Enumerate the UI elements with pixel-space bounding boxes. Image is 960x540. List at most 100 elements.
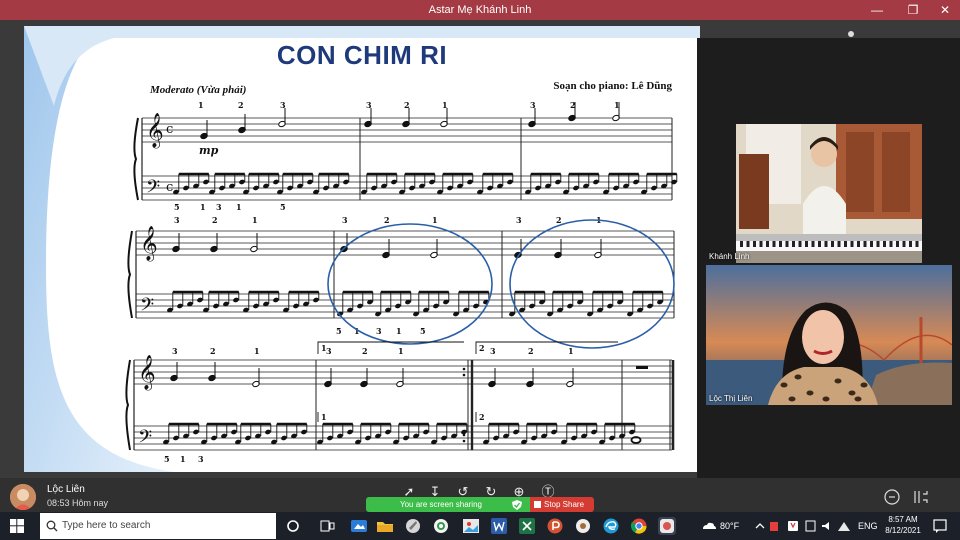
clock-date: 8/12/2021 bbox=[885, 526, 921, 535]
screen-sharing-status: You are screen sharing bbox=[366, 497, 530, 512]
panel-top-icons bbox=[848, 31, 854, 37]
piano-black-key bbox=[850, 241, 854, 247]
bass-fingering: 5 bbox=[280, 202, 286, 212]
powerpoint-icon[interactable] bbox=[546, 517, 564, 535]
photo-app-icon[interactable] bbox=[462, 517, 480, 535]
shield-check-icon bbox=[512, 500, 522, 510]
piano-black-key bbox=[876, 241, 880, 247]
coccoc-browser-icon[interactable] bbox=[432, 517, 450, 535]
piano-black-key bbox=[902, 241, 906, 247]
piano-black-key bbox=[915, 241, 919, 247]
leopard-spot bbox=[788, 396, 796, 402]
volta-number: 1 bbox=[321, 412, 327, 422]
minimize-share-icon bbox=[884, 489, 900, 505]
leopard-spot bbox=[822, 396, 830, 402]
task-view-icon[interactable] bbox=[318, 517, 336, 535]
language-indicator[interactable]: ENG bbox=[858, 521, 878, 531]
piano-black-key bbox=[909, 241, 912, 247]
minimize-button[interactable]: — bbox=[866, 2, 888, 18]
stop-icon bbox=[534, 501, 541, 508]
fingering-number: 3 bbox=[342, 215, 348, 225]
annotation-circle bbox=[509, 219, 675, 349]
bass-clef: 𝄢 bbox=[138, 427, 152, 452]
whole-note bbox=[630, 436, 642, 444]
bass-fingering: 3 bbox=[376, 326, 382, 336]
fingering-number: 1 bbox=[442, 100, 448, 110]
fingering-number: 1 bbox=[568, 346, 574, 356]
video-tile-loc-thi-lien[interactable]: Lộc Thị Liên bbox=[706, 265, 952, 405]
window-title: Astar Mẹ Khánh Linh bbox=[428, 4, 532, 16]
leopard-spot bbox=[848, 390, 856, 396]
restore-button[interactable]: ❐ bbox=[902, 2, 924, 18]
piano-black-key bbox=[805, 241, 808, 247]
video-feed-teacher bbox=[706, 265, 952, 405]
bass-fingering: 3 bbox=[198, 454, 204, 464]
piano-black-key bbox=[753, 241, 756, 247]
piano-black-key bbox=[896, 241, 899, 247]
fingering-number: 2 bbox=[556, 215, 562, 225]
treble-clef: 𝄞 bbox=[138, 355, 156, 391]
time-signature: c bbox=[166, 180, 173, 195]
fingering-number: 3 bbox=[530, 100, 536, 110]
fingering-number: 2 bbox=[570, 100, 576, 110]
piano-black-key bbox=[870, 241, 873, 247]
windows-start-icon[interactable] bbox=[10, 519, 24, 533]
screen-sharing-text: You are screen sharing bbox=[400, 500, 482, 509]
piano-black-key bbox=[883, 241, 886, 247]
system-tray-icons[interactable] bbox=[752, 517, 852, 535]
piano-black-key bbox=[857, 241, 860, 247]
repeat-dot bbox=[462, 439, 466, 443]
network-icon bbox=[838, 522, 850, 531]
volta-number: 2 bbox=[479, 412, 485, 422]
weather-temperature[interactable]: 80°F bbox=[720, 521, 739, 531]
zoom-app-icon[interactable] bbox=[658, 517, 676, 535]
repeat-dot bbox=[462, 367, 466, 371]
fingering-number: 2 bbox=[528, 346, 534, 356]
annotation-circle bbox=[327, 223, 493, 345]
media-app-icon[interactable] bbox=[350, 517, 368, 535]
treble-clef: 𝄞 bbox=[146, 113, 164, 149]
leopard-spot bbox=[794, 374, 802, 380]
cortana-icon[interactable] bbox=[284, 517, 302, 535]
search-placeholder: Type here to search bbox=[62, 520, 151, 531]
volta-bracket bbox=[317, 341, 464, 354]
leopard-spot bbox=[834, 378, 842, 384]
fingering-number: 1 bbox=[254, 346, 260, 356]
sheet-music: 𝄞 c𝄢 c1 2 3 3 2 1 3 2 1mp5 1 3 1 5𝄞𝄢3 2 1 3 2 1 3 2 15 1 3 1 5𝄞𝄢1 2… bbox=[125, 100, 678, 464]
leopard-spot bbox=[806, 390, 814, 396]
stop-share-button[interactable]: Stop Share bbox=[530, 497, 594, 512]
volta-number: 2 bbox=[479, 343, 485, 353]
fingering-number: 3 bbox=[280, 100, 286, 110]
file-explorer-icon[interactable] bbox=[376, 517, 394, 535]
system-brace bbox=[133, 117, 139, 201]
fingering-number: 2 bbox=[384, 215, 390, 225]
volume-icon bbox=[822, 522, 829, 530]
exit-fullscreen-icon bbox=[914, 491, 928, 503]
edge-icon[interactable] bbox=[602, 517, 620, 535]
system-brace bbox=[125, 359, 131, 451]
excel-icon[interactable] bbox=[518, 517, 536, 535]
weather-icon[interactable] bbox=[700, 517, 716, 535]
search-icon bbox=[46, 520, 58, 532]
bass-fingering: 1 bbox=[396, 326, 402, 336]
app-icon-settings[interactable] bbox=[574, 517, 592, 535]
fingering-number: 2 bbox=[238, 100, 244, 110]
piano-black-key bbox=[837, 241, 841, 247]
dynamic-marking: mp bbox=[199, 144, 219, 157]
taskbar-clock[interactable]: 8:57 AM 8/12/2021 bbox=[880, 514, 926, 536]
stop-share-label: Stop Share bbox=[544, 500, 585, 509]
notifications-icon[interactable] bbox=[932, 517, 948, 535]
fingering-number: 2 bbox=[362, 346, 368, 356]
fingering-number: 3 bbox=[366, 100, 372, 110]
view-controls bbox=[884, 489, 928, 505]
participants-panel bbox=[697, 38, 960, 490]
fingering-number: 3 bbox=[490, 346, 496, 356]
close-button[interactable]: ✕ bbox=[934, 2, 956, 18]
participant-name: Khánh Linh bbox=[709, 252, 750, 261]
chrome-icon[interactable] bbox=[630, 517, 648, 535]
app-icon[interactable] bbox=[404, 517, 422, 535]
taskbar-search-box[interactable]: Type here to search bbox=[40, 513, 276, 539]
leopard-spot bbox=[780, 382, 788, 388]
video-tile-khanh-linh[interactable]: Khánh Linh bbox=[706, 124, 952, 263]
word-icon[interactable] bbox=[490, 517, 508, 535]
